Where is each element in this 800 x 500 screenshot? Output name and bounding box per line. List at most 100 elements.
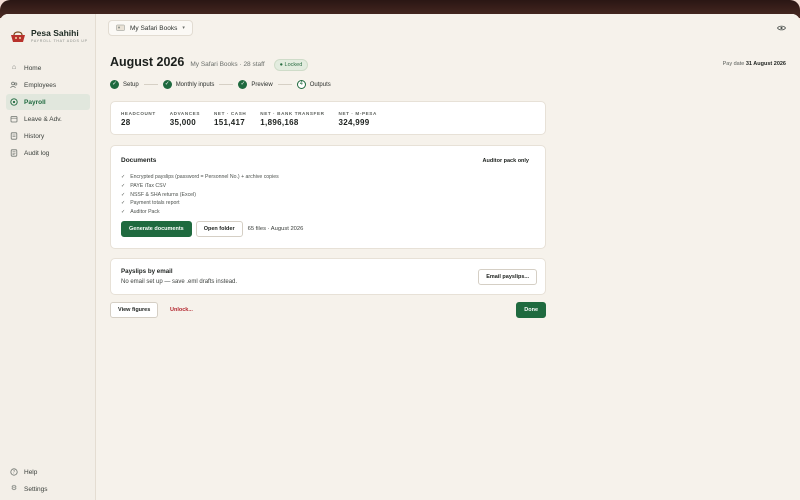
- check-icon: ✓: [110, 80, 119, 89]
- sidebar-item-label: Employees: [24, 81, 57, 89]
- eye-icon[interactable]: [777, 24, 786, 33]
- footer-actions: View figures Unlock... Done: [110, 302, 546, 319]
- sidebar-item-label: Help: [24, 468, 38, 476]
- sidebar-item-home[interactable]: ⌂ Home: [6, 60, 90, 76]
- generate-documents-button[interactable]: Generate documents: [121, 220, 192, 237]
- brand: Pesa Sahihi PAYROLL THAT ADDS UP: [10, 28, 88, 44]
- pay-date-label: Pay date: [722, 61, 745, 67]
- progress-steps: ✓ Setup ✓ Monthly inputs ✓ Preview 4 Out…: [110, 80, 331, 89]
- sidebar-item-help[interactable]: ? Help: [6, 464, 90, 480]
- payroll-icon: [10, 98, 18, 106]
- pay-date: Pay date 31 August 2026: [723, 61, 786, 67]
- documents-actions: Generate documents Open folder 65 files …: [121, 220, 535, 237]
- list-item: ✓ Payment totals report: [121, 199, 535, 208]
- history-icon: [10, 132, 18, 140]
- step-setup[interactable]: ✓ Setup: [110, 80, 139, 89]
- step-connector: [219, 84, 234, 85]
- check-icon: ✓: [121, 200, 126, 207]
- page-title: August 2026: [110, 55, 185, 69]
- check-icon: ✓: [121, 174, 126, 180]
- list-item-label: PAYE iTax CSV: [130, 182, 167, 189]
- stat-label: HEADCOUNT: [121, 111, 156, 116]
- list-item-label: Auditor Pack: [130, 209, 160, 216]
- stat-label: NET · BANK TRANSFER: [260, 111, 325, 116]
- sidebar-item-employees[interactable]: Employees: [6, 77, 90, 93]
- list-item-label: Payment totals report: [130, 200, 180, 207]
- sidebar-item-label: History: [24, 132, 45, 140]
- sidebar-item-settings[interactable]: ⚙ Settings: [6, 481, 90, 497]
- check-icon: ✓: [121, 182, 126, 189]
- list-item: ✓ PAYE iTax CSV: [121, 182, 535, 191]
- stat-label: NET · CASH: [214, 111, 247, 116]
- step-preview[interactable]: ✓ Preview: [238, 80, 273, 89]
- sidebar-item-audit-log[interactable]: Audit log: [6, 145, 90, 161]
- unlock-link[interactable]: Unlock...: [170, 307, 193, 313]
- step-connector: [143, 84, 158, 85]
- sidebar: Pesa Sahihi PAYROLL THAT ADDS UP ⌂ Home …: [0, 14, 96, 500]
- email-payslips-button[interactable]: Email payslips...: [478, 269, 537, 285]
- sidebar-item-label: Settings: [24, 485, 48, 493]
- status-badge: ● Locked: [273, 59, 309, 71]
- stat-value: 151,417: [214, 118, 246, 127]
- list-item: ✓ Encrypted payslips (password = Personn…: [121, 173, 535, 182]
- stat-advances: ADVANCES 35,000: [169, 111, 200, 127]
- step-number: 4: [296, 80, 306, 89]
- brand-name: Pesa Sahihi: [31, 28, 79, 38]
- app-window: Pesa Sahihi PAYROLL THAT ADDS UP ⌂ Home …: [0, 14, 800, 500]
- step-monthly-inputs[interactable]: ✓ Monthly inputs: [162, 80, 214, 89]
- step-label: Preview: [251, 81, 273, 88]
- stat-value: 324,999: [338, 118, 370, 127]
- sidebar-item-history[interactable]: History: [6, 128, 90, 144]
- sidebar-item-label: Audit log: [24, 149, 50, 157]
- list-item: ✓ NSSF & SHA returns (Excel): [121, 191, 535, 200]
- step-label: Outputs: [309, 81, 331, 88]
- stat-label: ADVANCES: [169, 111, 200, 116]
- sidebar-nav: ⌂ Home Employees Payroll Leave & Adv. Hi…: [6, 60, 90, 162]
- company-switcher[interactable]: My Safari Books ▾: [108, 20, 193, 36]
- brand-tagline: PAYROLL THAT ADDS UP: [31, 39, 88, 43]
- help-icon: ?: [10, 468, 18, 476]
- stat-net-cash: NET · CASH 151,417: [214, 111, 247, 127]
- company-name: My Safari Books: [130, 24, 178, 32]
- status-dot-icon: ●: [279, 62, 283, 68]
- check-icon: ✓: [121, 209, 126, 216]
- sidebar-item-label: Home: [24, 64, 42, 72]
- summary-stats: HEADCOUNT 28 ADVANCES 35,000 NET · CASH …: [110, 101, 546, 135]
- open-folder-button[interactable]: Open folder: [195, 220, 243, 237]
- stat-label: NET · M-PESA: [338, 111, 377, 116]
- stat-value: 1,896,168: [260, 118, 299, 127]
- sidebar-item-label: Leave & Adv.: [24, 115, 62, 123]
- check-icon: ✓: [238, 80, 248, 89]
- gear-icon: ⚙: [10, 485, 18, 492]
- home-icon: ⌂: [11, 64, 17, 71]
- status-badge-label: Locked: [284, 62, 303, 68]
- done-button[interactable]: Done: [516, 302, 546, 318]
- step-connector: [277, 84, 292, 85]
- stat-value: 28: [121, 118, 131, 127]
- step-outputs[interactable]: 4 Outputs: [296, 80, 331, 89]
- sidebar-item-payroll[interactable]: Payroll: [6, 94, 90, 110]
- email-title: Payslips by email: [121, 268, 173, 275]
- files-count: 65 files · August 2026: [247, 225, 304, 232]
- main-content: My Safari Books ▾ August 2026 My Safari …: [96, 14, 800, 500]
- chevron-down-icon: ▾: [182, 25, 185, 31]
- company-icon: [116, 24, 125, 33]
- check-icon: ✓: [121, 191, 126, 198]
- logo-icon: [10, 30, 26, 44]
- list-item: ✓ Auditor Pack: [121, 208, 535, 217]
- email-card: Payslips by email No email set up — save…: [110, 258, 546, 295]
- page-subtitle: My Safari Books · 28 staff: [190, 61, 265, 68]
- documents-list: ✓ Encrypted payslips (password = Personn…: [121, 173, 535, 217]
- sidebar-item-label: Payroll: [24, 98, 46, 106]
- documents-card: Documents Auditor pack only ✓ Encrypted …: [110, 145, 546, 249]
- view-figures-button[interactable]: View figures: [110, 302, 159, 318]
- stat-net-bank-transfer: NET · BANK TRANSFER 1,896,168: [260, 111, 325, 127]
- leave-icon: [10, 115, 18, 123]
- list-item-label: Encrypted payslips (password = Personnel…: [130, 174, 279, 180]
- people-icon: [10, 81, 18, 89]
- documents-title: Documents: [121, 157, 157, 164]
- email-note: No email set up — save .eml drafts inste…: [121, 279, 238, 285]
- auditor-pack-toggle[interactable]: Auditor pack only: [483, 158, 529, 164]
- sidebar-item-leave[interactable]: Leave & Adv.: [6, 111, 90, 127]
- stat-net-mpesa: NET · M-PESA 324,999: [338, 111, 377, 127]
